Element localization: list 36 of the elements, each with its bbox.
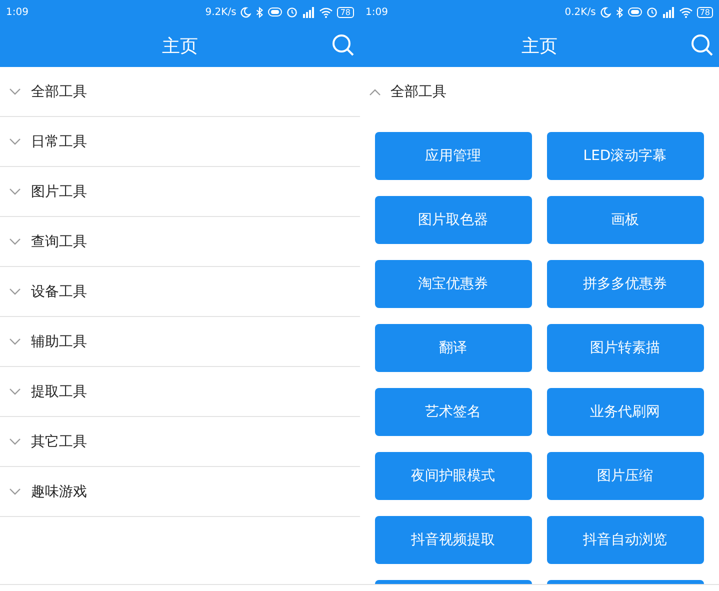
toggle-icon bbox=[268, 7, 282, 17]
signal-icon bbox=[302, 6, 316, 18]
tool-button[interactable]: 图片取色器 bbox=[374, 196, 532, 244]
page-title: 主页 bbox=[521, 34, 558, 58]
alarm-icon bbox=[646, 6, 658, 18]
tool-button[interactable]: 业务代刷网 bbox=[546, 388, 704, 436]
tool-button[interactable]: 艺术签名 bbox=[374, 388, 532, 436]
tool-button[interactable]: LED滚动字幕 bbox=[546, 132, 704, 180]
tool-button[interactable]: 夜间护眼模式 bbox=[374, 452, 532, 500]
moon-icon bbox=[240, 6, 252, 18]
tool-button[interactable]: 应用管理 bbox=[374, 132, 532, 180]
tool-button[interactable]: 抖音视频提取 bbox=[374, 516, 532, 564]
status-time: 1:09 bbox=[366, 6, 388, 18]
bluetooth-icon bbox=[255, 6, 264, 18]
tool-button[interactable]: 图片压缩 bbox=[546, 452, 704, 500]
page-title: 主页 bbox=[162, 34, 198, 58]
tool-button[interactable]: 淘宝优惠券 bbox=[374, 260, 532, 308]
search-button[interactable] bbox=[332, 34, 354, 56]
network-speed: 0.2K/s bbox=[564, 6, 596, 18]
wifi-icon bbox=[678, 6, 693, 18]
signal-icon bbox=[662, 6, 675, 18]
status-time: 1:09 bbox=[6, 6, 28, 18]
tool-button[interactable]: 拼多多优惠券 bbox=[546, 260, 704, 308]
moon-icon bbox=[600, 6, 611, 18]
battery-indicator: 78 bbox=[337, 6, 354, 18]
tool-button[interactable]: 抖音自动浏览 bbox=[546, 516, 704, 564]
tool-button[interactable]: 图片转素描 bbox=[546, 324, 704, 372]
tool-button[interactable]: 画板 bbox=[546, 196, 704, 244]
alarm-icon bbox=[286, 6, 298, 18]
tool-button[interactable]: 翻译 bbox=[374, 324, 532, 372]
battery-indicator: 78 bbox=[696, 6, 713, 18]
bluetooth-icon bbox=[614, 6, 624, 18]
network-speed: 9.2K/s bbox=[205, 6, 236, 18]
wifi-icon bbox=[319, 6, 334, 18]
search-button[interactable] bbox=[691, 34, 713, 56]
toggle-icon bbox=[628, 7, 642, 17]
